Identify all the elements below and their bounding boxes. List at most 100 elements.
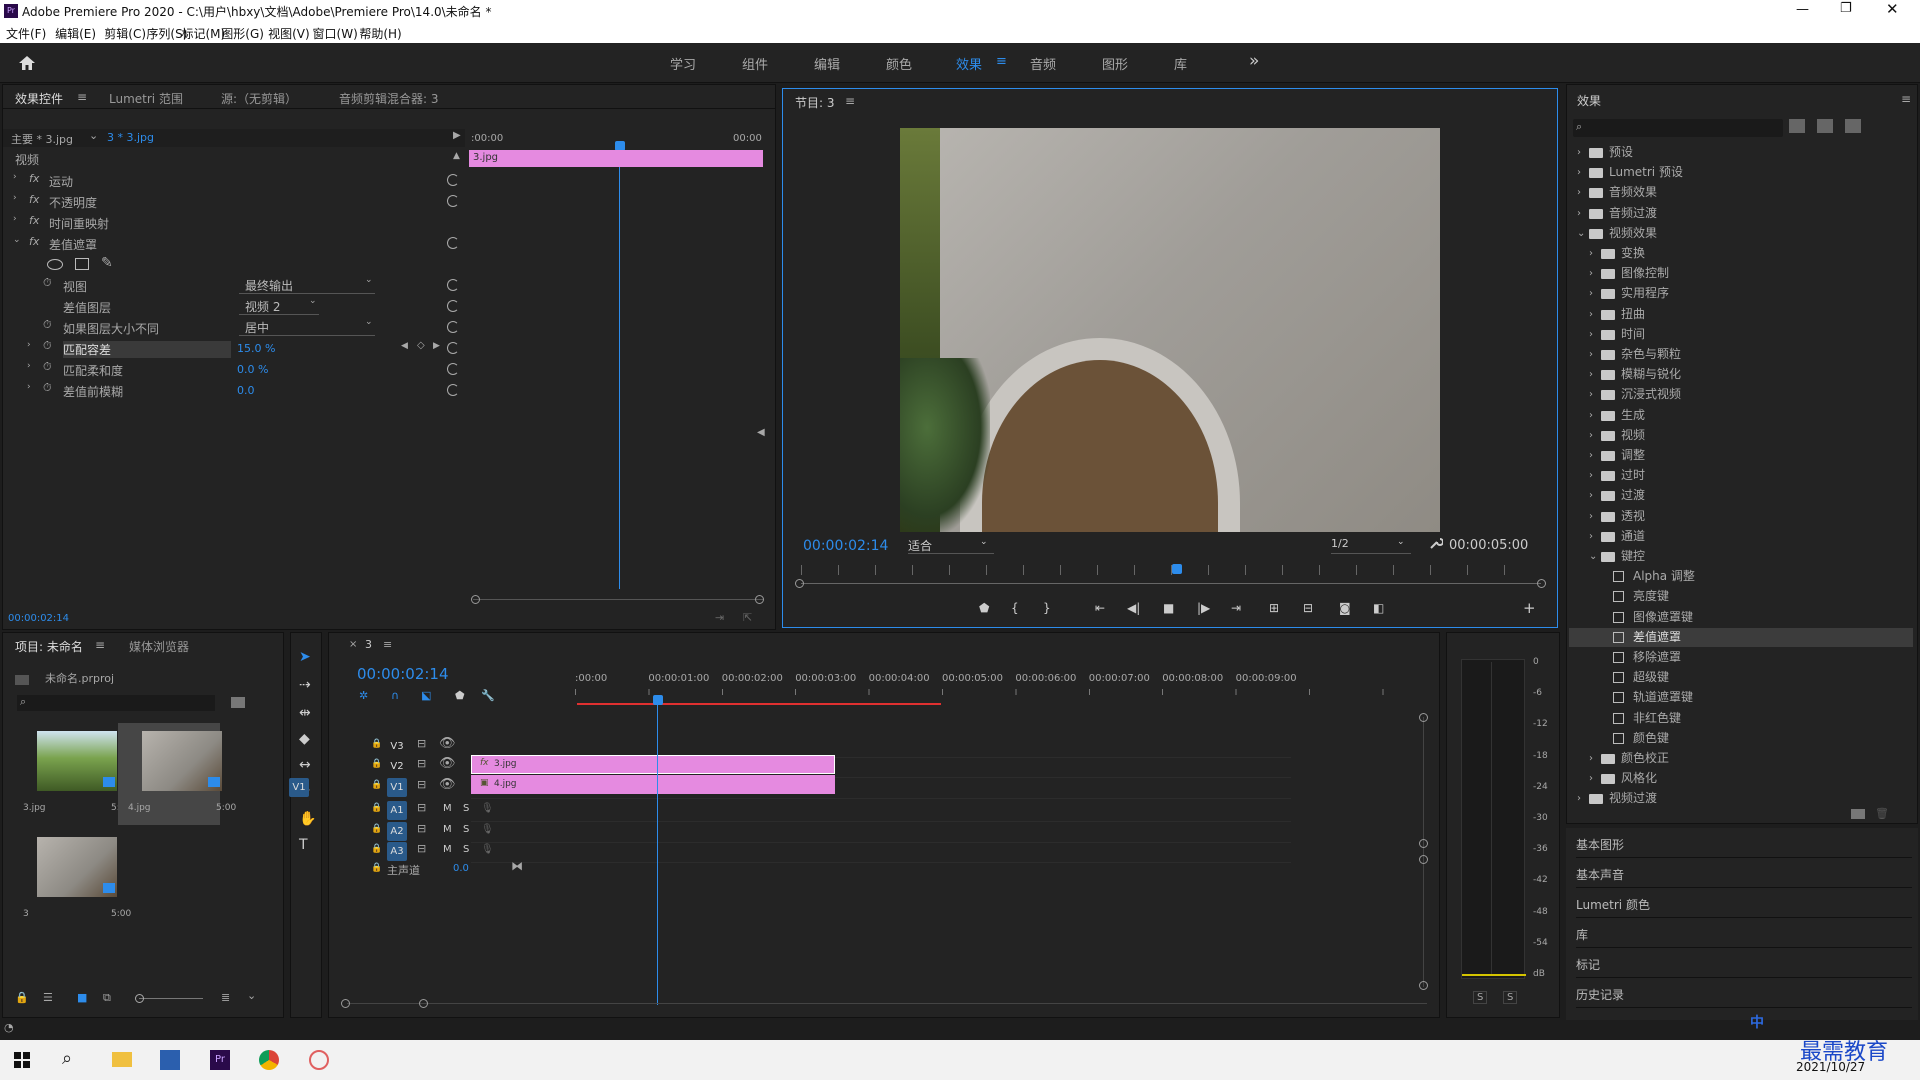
workspace-tab[interactable]: 颜色 xyxy=(886,54,912,73)
add-button-icon[interactable]: + xyxy=(1523,599,1536,617)
hand-tool-icon[interactable]: ✋ xyxy=(299,811,316,827)
mark-in-icon[interactable]: { xyxy=(1011,601,1019,615)
track-target-button[interactable]: A3 xyxy=(387,842,407,861)
program-title[interactable]: 节目: 3 xyxy=(795,94,835,111)
timeline-clip[interactable]: ▣ 4.jpg xyxy=(471,775,835,794)
effects-tree-item[interactable]: › 实用程序 xyxy=(1569,284,1913,303)
effects-tree-item[interactable]: › 预设 xyxy=(1569,143,1913,162)
collapse-icon[interactable]: ▲ xyxy=(453,151,460,161)
mute-button[interactable]: M xyxy=(443,844,452,855)
workspace-tab[interactable]: 音频 xyxy=(1030,54,1056,73)
program-ruler[interactable] xyxy=(801,565,1541,575)
panel-menu-icon[interactable]: ≡ xyxy=(845,94,855,108)
go-to-in-icon[interactable]: ⇤ xyxy=(1095,601,1105,615)
twirl-icon[interactable]: › xyxy=(27,382,31,392)
fx-row-time_remap[interactable]: 时间重映射 xyxy=(49,215,109,232)
master-lock-icon[interactable]: 🔒 xyxy=(371,863,382,873)
menu-item[interactable]: 窗口(W) xyxy=(313,25,358,42)
chevron-right-icon[interactable]: › xyxy=(1589,244,1593,263)
effects-tree-item[interactable]: › 时间 xyxy=(1569,325,1913,344)
freeform-view-icon[interactable]: ⧉ xyxy=(103,991,111,1005)
chevron-right-icon[interactable]: › xyxy=(1589,426,1593,445)
file-explorer-icon[interactable] xyxy=(112,1052,132,1067)
timeline-settings-icon[interactable]: 🔧 xyxy=(481,689,495,702)
nest-icon[interactable]: ✲ xyxy=(359,689,368,702)
fx-share-icon[interactable]: ⇱ xyxy=(743,611,752,624)
panel-menu-icon[interactable]: ≡ xyxy=(383,638,392,651)
reset-icon[interactable] xyxy=(447,279,459,291)
insert-icon[interactable]: ⊞ xyxy=(1269,601,1279,615)
effects-tree-item[interactable]: 非红色键 xyxy=(1569,709,1913,728)
effects-tree-item[interactable]: ⌄ 视频效果 xyxy=(1569,224,1913,243)
sync-lock-icon[interactable]: ⊟ xyxy=(417,737,426,750)
rectangle-mask-icon[interactable] xyxy=(75,258,89,270)
track-lock-icon[interactable]: 🔒 xyxy=(371,844,382,854)
quality-dropdown[interactable]: 1/2 ⌄ xyxy=(1331,537,1411,554)
razor-tool-icon[interactable]: ◆ xyxy=(299,731,310,747)
stopwatch-icon[interactable]: ⏱ xyxy=(43,318,52,332)
reset-icon[interactable] xyxy=(447,195,459,207)
effects-tree-item[interactable]: › 音频过渡 xyxy=(1569,204,1913,223)
linked-selection-icon[interactable]: ⬕ xyxy=(421,689,431,702)
reset-icon[interactable] xyxy=(447,237,459,249)
timeline-playhead-handle[interactable] xyxy=(653,695,663,705)
twirl-icon[interactable]: › xyxy=(13,214,17,224)
menu-item[interactable]: 图形(G) xyxy=(221,25,264,42)
eye-icon[interactable]: 👁 xyxy=(439,736,456,751)
track-lock-icon[interactable]: 🔒 xyxy=(371,759,382,769)
list-view-icon[interactable]: ☰ xyxy=(43,991,53,1004)
solo-button[interactable]: S xyxy=(463,803,469,814)
compare-icon[interactable]: ◧ xyxy=(1373,601,1384,615)
effects-tree-item[interactable]: › 视频过渡 xyxy=(1569,789,1913,808)
lock-icon[interactable]: 🔒 xyxy=(15,991,29,1004)
chevron-down-icon[interactable]: ⌄ xyxy=(89,129,98,142)
effects-tree-item[interactable]: › 透视 xyxy=(1569,507,1913,526)
fx-badge-icon[interactable]: fx xyxy=(29,235,39,248)
timeline-vscroll[interactable] xyxy=(1423,717,1424,987)
panel-tab[interactable]: 源:（无剪辑） xyxy=(221,90,297,107)
solo-button[interactable]: S xyxy=(463,824,469,835)
effects-title[interactable]: 效果 xyxy=(1577,92,1601,109)
effects-tree-item[interactable]: › 音频效果 xyxy=(1569,183,1913,202)
effects-tree-item[interactable]: Alpha 调整 xyxy=(1569,567,1913,586)
vscroll-handle-mid2[interactable] xyxy=(1419,855,1428,864)
menu-item[interactable]: 剪辑(C) xyxy=(104,25,146,42)
track-target-button[interactable]: V1 xyxy=(387,778,407,797)
menu-item[interactable]: 编辑(E) xyxy=(55,25,96,42)
fx-param-dropdown[interactable]: 视频 2 xyxy=(239,298,319,315)
side-panel-header[interactable]: 历史记录 xyxy=(1576,982,1912,1008)
chevron-right-icon[interactable]: › xyxy=(1589,769,1593,788)
project-item[interactable]: 3 5:00 xyxy=(13,829,131,931)
vscroll-handle-bottom[interactable] xyxy=(1419,981,1428,990)
panel-menu-icon[interactable]: ≡ xyxy=(1901,92,1911,106)
camera-icon[interactable]: ◙ xyxy=(1339,601,1351,615)
effects-tree-item[interactable]: › 变换 xyxy=(1569,244,1913,263)
type-tool-icon[interactable]: T xyxy=(299,837,308,853)
yuv-effects-icon[interactable] xyxy=(1845,119,1861,133)
ripple-edit-icon[interactable]: ⇹ xyxy=(299,705,311,721)
timeline-scroll-right[interactable] xyxy=(419,999,428,1008)
effects-tree-item[interactable]: › 模糊与锐化 xyxy=(1569,365,1913,384)
premiere-taskbar-icon[interactable]: Pr xyxy=(210,1050,230,1070)
twirl-icon[interactable]: › xyxy=(27,340,31,350)
vscroll-handle-mid1[interactable] xyxy=(1419,839,1428,848)
effects-tree-item[interactable]: 图像遮罩键 xyxy=(1569,608,1913,627)
expand-arrow-icon[interactable]: ▶ xyxy=(453,130,461,141)
twirl-icon[interactable]: › xyxy=(13,193,17,203)
sort-icon[interactable]: ≣ xyxy=(221,991,230,1004)
effects-tree-item[interactable]: › 调整 xyxy=(1569,446,1913,465)
effects-tree-item[interactable]: 超级键 xyxy=(1569,668,1913,687)
source-patch-v1[interactable]: V1 xyxy=(289,778,309,797)
effects-tree-item[interactable]: › 通道 xyxy=(1569,527,1913,546)
reset-icon[interactable] xyxy=(447,321,459,333)
fx-badge-icon[interactable]: fx xyxy=(29,214,39,227)
thumb-size-slider[interactable] xyxy=(139,998,203,999)
track-target-button[interactable]: A1 xyxy=(387,801,407,820)
program-playhead[interactable] xyxy=(1172,564,1182,574)
fx-param-value[interactable]: 15.0 % xyxy=(237,342,275,355)
add-keyframe-icon[interactable]: ◇ xyxy=(417,340,425,351)
timeline-timecode[interactable]: 00:00:02:14 xyxy=(357,665,449,683)
reset-icon[interactable] xyxy=(447,363,459,375)
solo-right-button[interactable]: S xyxy=(1503,991,1518,1004)
delete-icon[interactable]: 🗑 xyxy=(1875,807,1889,820)
